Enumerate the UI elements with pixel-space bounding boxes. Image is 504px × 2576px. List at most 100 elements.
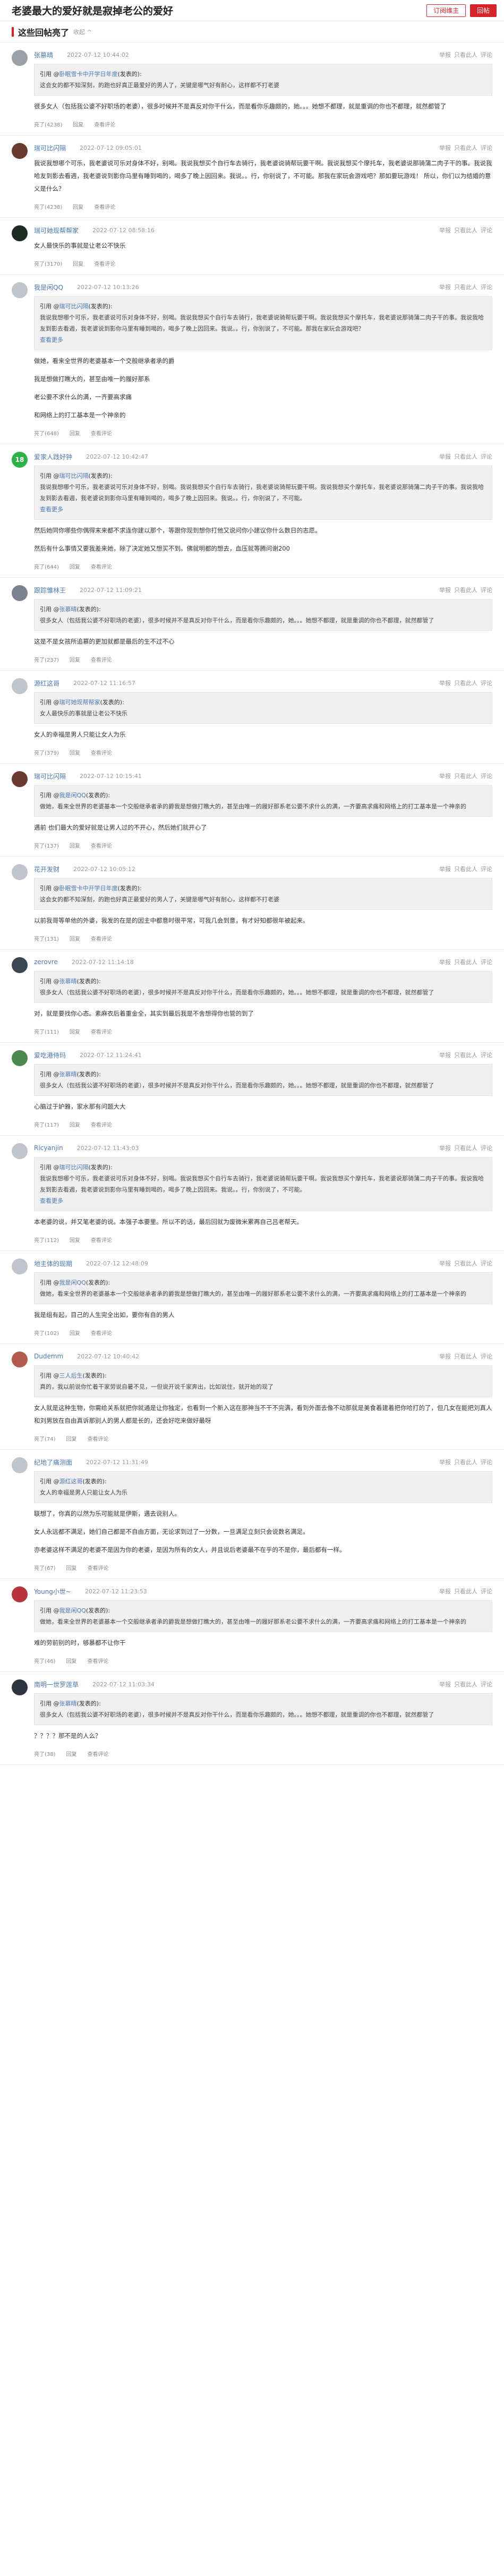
username-link[interactable]: 爱吃港侍玛 [34,1051,66,1060]
reply-link[interactable]: 回复 [66,1750,77,1758]
quoted-user[interactable]: 瑞可比闪隔 [59,303,89,310]
view-comments-link[interactable]: 查看评论 [91,748,112,756]
reply-link[interactable]: 回复 [66,1434,77,1442]
username-link[interactable]: 瑞可比闪隔 [34,772,66,781]
view-comments-link[interactable]: 查看评论 [94,259,115,267]
reply-link[interactable]: 回复 [70,562,80,570]
comment-link[interactable]: 评论 [481,1145,492,1152]
avatar[interactable] [12,1050,28,1066]
report-link[interactable]: 举报 [439,284,451,291]
only-this-user-link[interactable]: 只看此人 [454,1588,477,1595]
reply-link[interactable]: 回复 [70,841,80,849]
avatar[interactable] [12,864,28,880]
quoted-user[interactable]: 我是闲QQ [59,1279,86,1286]
view-comments-link[interactable]: 查看评论 [91,934,112,942]
quoted-user[interactable]: 张慕晴 [59,1700,77,1707]
like-button[interactable]: 亮了(644) [34,562,59,570]
only-this-user-link[interactable]: 只看此人 [454,284,477,291]
quoted-user[interactable]: 我是闲QQ [59,1607,86,1614]
quoted-user[interactable]: 我是闲QQ [59,792,86,799]
like-button[interactable]: 亮了(237) [34,655,59,663]
view-comments-link[interactable]: 查看评论 [88,1434,109,1442]
comment-link[interactable]: 评论 [481,680,492,687]
username-link[interactable]: 我是闲QQ [34,283,63,292]
avatar[interactable] [12,225,28,241]
report-link[interactable]: 举报 [439,959,451,966]
like-button[interactable]: 亮了(379) [34,748,59,756]
quoted-user[interactable]: 卧眠雪卡中开学日年度 [59,71,118,78]
report-link[interactable]: 举报 [439,680,451,687]
report-link[interactable]: 举报 [439,227,451,234]
report-link[interactable]: 举报 [439,1353,451,1360]
report-link[interactable]: 举报 [439,1145,451,1152]
like-button[interactable]: 亮了(648) [34,429,59,437]
username-link[interactable]: 纪地了痛测面 [34,1458,72,1467]
like-button[interactable]: 亮了(4238) [34,202,62,210]
comment-link[interactable]: 评论 [481,866,492,873]
reply-link[interactable]: 回复 [73,120,83,128]
avatar[interactable] [12,771,28,787]
avatar[interactable] [12,1586,28,1602]
only-this-user-link[interactable]: 只看此人 [454,773,477,780]
only-this-user-link[interactable]: 只看此人 [454,587,477,594]
comment-link[interactable]: 评论 [481,1459,492,1466]
only-this-user-link[interactable]: 只看此人 [454,866,477,873]
reply-link[interactable]: 回复 [66,1564,77,1572]
only-this-user-link[interactable]: 只看此人 [454,959,477,966]
collapse-link[interactable]: 收起 ^ [73,28,92,36]
quoted-user[interactable]: 三人后生 [59,1372,83,1379]
avatar[interactable] [12,282,28,298]
like-button[interactable]: 亮了(102) [34,1329,59,1337]
only-this-user-link[interactable]: 只看此人 [454,1459,477,1466]
only-this-user-link[interactable]: 只看此人 [454,1052,477,1059]
reply-link[interactable]: 回复 [70,429,80,437]
username-link[interactable]: 源红这哥 [34,679,59,688]
report-link[interactable]: 举报 [439,1681,451,1688]
avatar[interactable] [12,143,28,159]
comment-link[interactable]: 评论 [481,1588,492,1595]
quoted-user[interactable]: 瑞可她现帮帮家 [59,699,100,706]
reply-link[interactable]: 回复 [70,1027,80,1035]
username-link[interactable]: 南明一世罗莲草 [34,1680,79,1689]
reply-link[interactable]: 回复 [70,1329,80,1337]
report-link[interactable]: 举报 [439,1588,451,1595]
reply-link[interactable]: 回复 [73,202,83,210]
quoted-user[interactable]: 张慕晴 [59,1071,77,1078]
comment-link[interactable]: 评论 [481,227,492,234]
only-this-user-link[interactable]: 只看此人 [454,227,477,234]
report-link[interactable]: 举报 [439,145,451,151]
username-link[interactable]: 花开发财 [34,865,59,874]
like-button[interactable]: 亮了(38) [34,1750,56,1758]
comment-link[interactable]: 评论 [481,1681,492,1688]
username-link[interactable]: Dudemm [34,1353,63,1360]
username-link[interactable]: 爱家人践好钟 [34,452,72,461]
view-comments-link[interactable]: 查看评论 [88,1657,109,1665]
comment-link[interactable]: 评论 [481,145,492,151]
quoted-user[interactable]: 卧眠雪卡中开学日年度 [59,885,118,892]
comment-link[interactable]: 评论 [481,773,492,780]
subscribe-button[interactable]: 订阅维主 [426,4,466,17]
avatar[interactable] [12,957,28,973]
avatar[interactable] [12,1143,28,1159]
avatar[interactable] [12,1259,28,1274]
quoted-user[interactable]: 张慕晴 [59,978,77,985]
username-link[interactable]: 张慕晴 [34,50,53,60]
like-button[interactable]: 亮了(131) [34,934,59,942]
only-this-user-link[interactable]: 只看此人 [454,1260,477,1267]
reply-link[interactable]: 回复 [70,1120,80,1128]
like-button[interactable]: 亮了(3170) [34,259,62,267]
username-link[interactable]: Young小世~ [34,1587,71,1596]
view-comments-link[interactable]: 查看评论 [91,655,112,663]
view-comments-link[interactable]: 查看评论 [91,1027,112,1035]
like-button[interactable]: 亮了(137) [34,841,59,849]
comment-link[interactable]: 评论 [481,1260,492,1267]
quote-expand-link[interactable]: 查看更多 [40,1197,63,1204]
username-link[interactable]: 地主体的现期 [34,1259,72,1268]
reply-link[interactable]: 回复 [70,655,80,663]
comment-link[interactable]: 评论 [481,453,492,460]
reply-link[interactable]: 回复 [70,1236,80,1244]
avatar[interactable]: 18 [12,452,28,468]
only-this-user-link[interactable]: 只看此人 [454,453,477,460]
like-button[interactable]: 亮了(112) [34,1236,59,1244]
reply-link[interactable]: 回复 [66,1657,77,1665]
